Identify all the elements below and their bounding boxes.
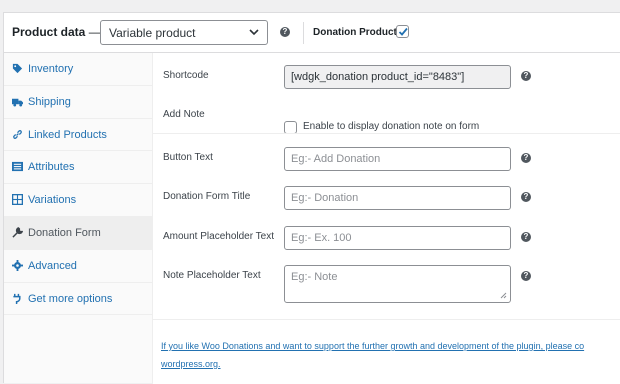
- tab-shipping[interactable]: Shipping: [4, 86, 152, 119]
- amount-placeholder-input[interactable]: Eg:- Ex. 100: [284, 226, 511, 250]
- tab-label: Get more options: [28, 292, 113, 305]
- list-icon: [12, 162, 23, 172]
- product-data-panel: Product data — Variable product ? Donati…: [3, 12, 620, 384]
- gear-icon: [12, 259, 23, 271]
- plugin-icon: [13, 293, 21, 304]
- tab-label: Shipping: [28, 95, 71, 108]
- form-title-input[interactable]: Eg:- Donation: [284, 186, 511, 210]
- tab-inventory[interactable]: Inventory: [4, 53, 152, 86]
- tab-label: Inventory: [28, 63, 74, 75]
- truck-icon: [12, 98, 23, 107]
- product-type-select[interactable]: Variable product: [100, 20, 268, 45]
- support-link[interactable]: If you like Woo Donations and want to su…: [161, 337, 620, 373]
- add-note-description: Enable to display donation note on form: [303, 121, 480, 132]
- note-placeholder-textarea[interactable]: Eg:- Note: [284, 265, 511, 303]
- header-divider: [303, 22, 304, 44]
- tab-get-more-options[interactable]: Get more options: [4, 283, 152, 316]
- help-icon[interactable]: ?: [521, 192, 531, 202]
- help-icon[interactable]: ?: [521, 232, 531, 242]
- note-placeholder-label: Note Placeholder Text: [163, 270, 261, 281]
- donation-form-settings: Shortcode [wdgk_donation product_id="848…: [153, 53, 620, 384]
- product-type-value: Variable product: [109, 26, 196, 40]
- link-icon: [13, 129, 22, 139]
- tab-variations[interactable]: Variations: [4, 184, 152, 217]
- resize-grip-icon[interactable]: [500, 292, 507, 299]
- panel-title: Product data —: [12, 25, 101, 39]
- help-icon[interactable]: ?: [521, 153, 531, 163]
- tab-label: Donation Form: [28, 226, 101, 239]
- wrench-icon: [12, 227, 23, 238]
- tab-donation-form[interactable]: Donation Form: [4, 216, 152, 250]
- donation-product-checkbox[interactable]: [396, 25, 409, 38]
- add-note-label: Add Note: [163, 109, 205, 120]
- checkmark-icon: [398, 27, 408, 36]
- support-footer: If you like Woo Donations and want to su…: [153, 319, 620, 384]
- tab-attributes[interactable]: Attributes: [4, 151, 152, 185]
- amount-placeholder-label: Amount Placeholder Text: [163, 231, 274, 242]
- product-data-tabs: Inventory Shipping Linked Products Attri…: [4, 53, 153, 383]
- shortcode-field[interactable]: [wdgk_donation product_id="8483"]: [284, 65, 511, 89]
- tab-label: Advanced: [28, 259, 77, 272]
- button-text-input[interactable]: Eg:- Add Donation: [284, 147, 511, 171]
- help-icon[interactable]: ?: [521, 271, 531, 281]
- tab-label: Variations: [28, 194, 77, 207]
- tab-linked-products[interactable]: Linked Products: [4, 119, 152, 152]
- help-icon[interactable]: ?: [280, 27, 290, 37]
- section-divider: [153, 133, 620, 134]
- donation-product-label: Donation Product:: [313, 27, 401, 38]
- product-data-header: Product data — Variable product ? Donati…: [4, 13, 620, 53]
- tab-advanced[interactable]: Advanced: [4, 250, 152, 283]
- tab-label: Linked Products: [28, 128, 107, 141]
- tag-icon: [12, 63, 23, 74]
- textarea-placeholder: Eg:- Note: [291, 271, 338, 283]
- chevron-down-icon: [249, 29, 259, 36]
- button-text-label: Button Text: [163, 152, 213, 163]
- tab-label: Attributes: [28, 161, 75, 174]
- help-icon[interactable]: ?: [521, 71, 531, 81]
- grid-icon: [12, 194, 23, 206]
- form-title-label: Donation Form Title: [163, 191, 251, 202]
- shortcode-label: Shortcode: [163, 70, 209, 81]
